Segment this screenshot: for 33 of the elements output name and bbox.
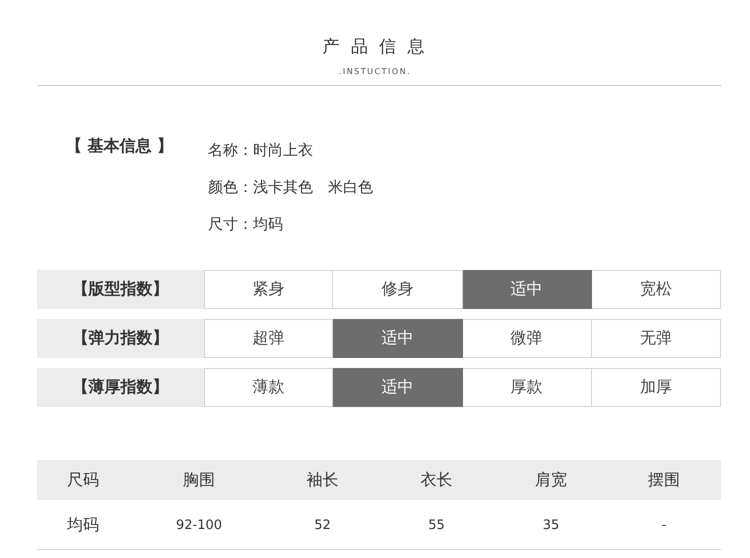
- index-option: 宽松: [592, 270, 721, 309]
- section-title: 产 品 信 息: [321, 36, 429, 58]
- info-line: 尺寸：均码: [208, 215, 283, 233]
- index-option: 薄款: [204, 368, 334, 407]
- index-option: 紧身: [204, 270, 334, 309]
- table-cell: 55: [428, 518, 445, 533]
- column-header: 衣长: [420, 470, 452, 488]
- column-header: 袖长: [306, 470, 338, 488]
- column-header: 摆围: [648, 470, 680, 488]
- info-line: 颜色：浅卡其色 米白色: [208, 178, 373, 196]
- section-subtitle: .INSTUCTION.: [338, 67, 412, 76]
- column-header: 尺码: [67, 470, 99, 488]
- index-option: 适中: [333, 368, 462, 407]
- index-option: 适中: [333, 319, 462, 358]
- index-label: 【薄厚指数】: [37, 368, 204, 407]
- index-label: 【弹力指数】: [37, 319, 204, 358]
- table-cell: 92-100: [176, 518, 222, 533]
- info-line: 名称：时尚上衣: [208, 141, 313, 159]
- index-option: 加厚: [592, 368, 721, 407]
- table-cell: 均码: [67, 515, 99, 534]
- index-label: 【版型指数】: [37, 270, 204, 309]
- index-option: 无弹: [592, 319, 721, 358]
- table-cell: 35: [542, 518, 560, 533]
- index-option: 修身: [333, 270, 462, 309]
- index-option: 微弹: [462, 319, 592, 358]
- index-option: 适中: [462, 270, 592, 309]
- info-heading: 【 基本信息 】: [66, 136, 174, 155]
- index-option: 超弹: [204, 319, 334, 358]
- index-option: 厚款: [462, 368, 592, 407]
- column-header: 胸围: [183, 470, 215, 488]
- table-cell: 52: [314, 518, 331, 533]
- column-header: 肩宽: [535, 470, 567, 488]
- table-cell: -: [662, 518, 666, 533]
